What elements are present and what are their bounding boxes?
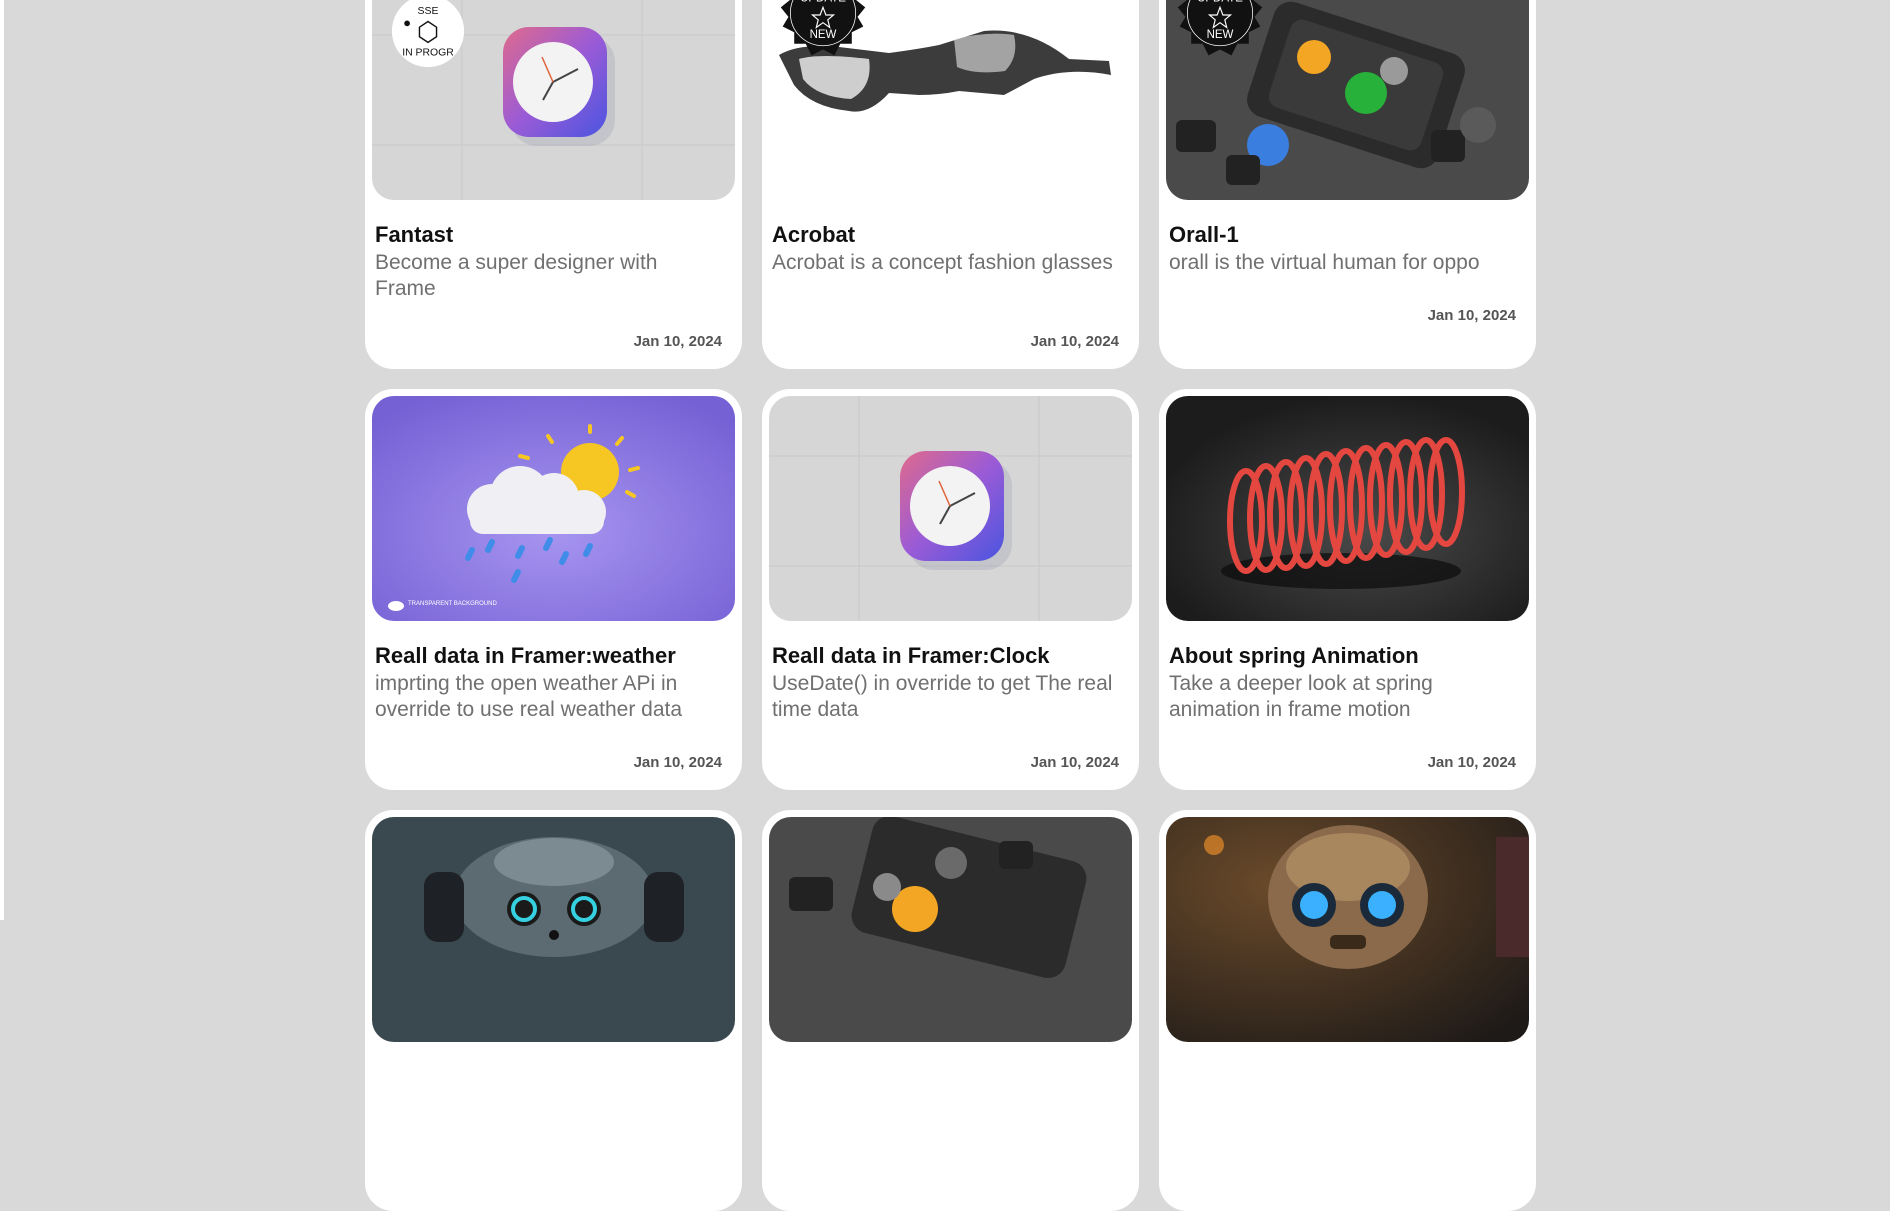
update-new-badge: UPDATE NEW — [780, 0, 866, 56]
card-date: Jan 10, 2024 — [1030, 333, 1119, 350]
card-date: Jan 10, 2024 — [633, 754, 722, 771]
card-date: Jan 10, 2024 — [1030, 754, 1119, 771]
case-icon — [769, 817, 1132, 1042]
svg-text:UPDATE: UPDATE — [1197, 0, 1243, 5]
project-card-acrobat[interactable]: UPDATE NEW Acrobat Acrobat is a concept … — [762, 0, 1139, 369]
project-card-orall-1[interactable]: UPDATE NEW Orall-1 orall is the virtual … — [1159, 0, 1536, 369]
project-card-spring[interactable]: About spring Animation Take a deeper loo… — [1159, 389, 1536, 790]
card-thumbnail: UPDATE NEW — [1166, 0, 1529, 200]
card-thumbnail — [769, 396, 1132, 621]
card-description: imprting the open weather APi in overrid… — [375, 672, 683, 721]
spring-icon — [1166, 396, 1529, 621]
card-date: Jan 10, 2024 — [633, 333, 722, 350]
svg-text:NEW: NEW — [1207, 29, 1234, 41]
project-card-clock[interactable]: Reall data in Framer:Clock UseDate() in … — [762, 389, 1139, 790]
card-description: Become a super designer with Frame — [375, 251, 658, 300]
card-thumbnail — [1166, 817, 1529, 1042]
card-thumbnail: UPDATE NEW — [769, 0, 1132, 200]
card-description: Take a deeper look at spring animation i… — [1169, 672, 1433, 721]
project-grid: SSE IN PROGR Fantast Become a super desi… — [365, 0, 1536, 1211]
svg-text:SSE: SSE — [418, 6, 439, 17]
card-thumbnail: TRANSPARENT BACKGROUND — [372, 396, 735, 621]
svg-text:IN PROGR: IN PROGR — [402, 48, 454, 59]
svg-text:NEW: NEW — [810, 29, 837, 41]
card-thumbnail — [1166, 396, 1529, 621]
project-card-weather[interactable]: TRANSPARENT BACKGROUND Reall data in Fra… — [365, 389, 742, 790]
card-title: Fantast — [375, 222, 454, 247]
card-thumbnail — [372, 817, 735, 1042]
svg-text:UPDATE: UPDATE — [800, 0, 846, 5]
card-description: orall is the virtual human for oppo — [1169, 251, 1480, 274]
card-title: Acrobat — [772, 222, 856, 247]
card-title: Reall data in Framer:weather — [375, 643, 676, 668]
weather-icon — [372, 396, 735, 621]
card-thumbnail — [769, 817, 1132, 1042]
card-description: UseDate() in override to get The real ti… — [772, 672, 1113, 721]
card-title: Reall data in Framer:Clock — [772, 643, 1050, 668]
card-title: About spring Animation — [1169, 643, 1419, 668]
update-new-badge: UPDATE NEW — [1177, 0, 1263, 56]
project-card-robot[interactable] — [365, 810, 742, 1211]
card-title: Orall-1 — [1169, 222, 1239, 247]
page-edge — [0, 0, 4, 920]
card-thumbnail: SSE IN PROGR — [372, 0, 735, 200]
project-card-fantast[interactable]: SSE IN PROGR Fantast Become a super desi… — [365, 0, 742, 369]
robot-head-icon — [1166, 817, 1529, 1042]
robot-icon — [372, 817, 735, 1042]
card-date: Jan 10, 2024 — [1427, 307, 1516, 324]
image-caption: TRANSPARENT BACKGROUND — [408, 601, 497, 607]
in-progress-badge: SSE IN PROGR — [391, 0, 465, 68]
card-date: Jan 10, 2024 — [1427, 754, 1516, 771]
card-description: Acrobat is a concept fashion glasses — [772, 251, 1113, 274]
clock-icon — [769, 396, 1132, 621]
project-card-case[interactable] — [762, 810, 1139, 1211]
project-card-robot-head[interactable] — [1159, 810, 1536, 1211]
